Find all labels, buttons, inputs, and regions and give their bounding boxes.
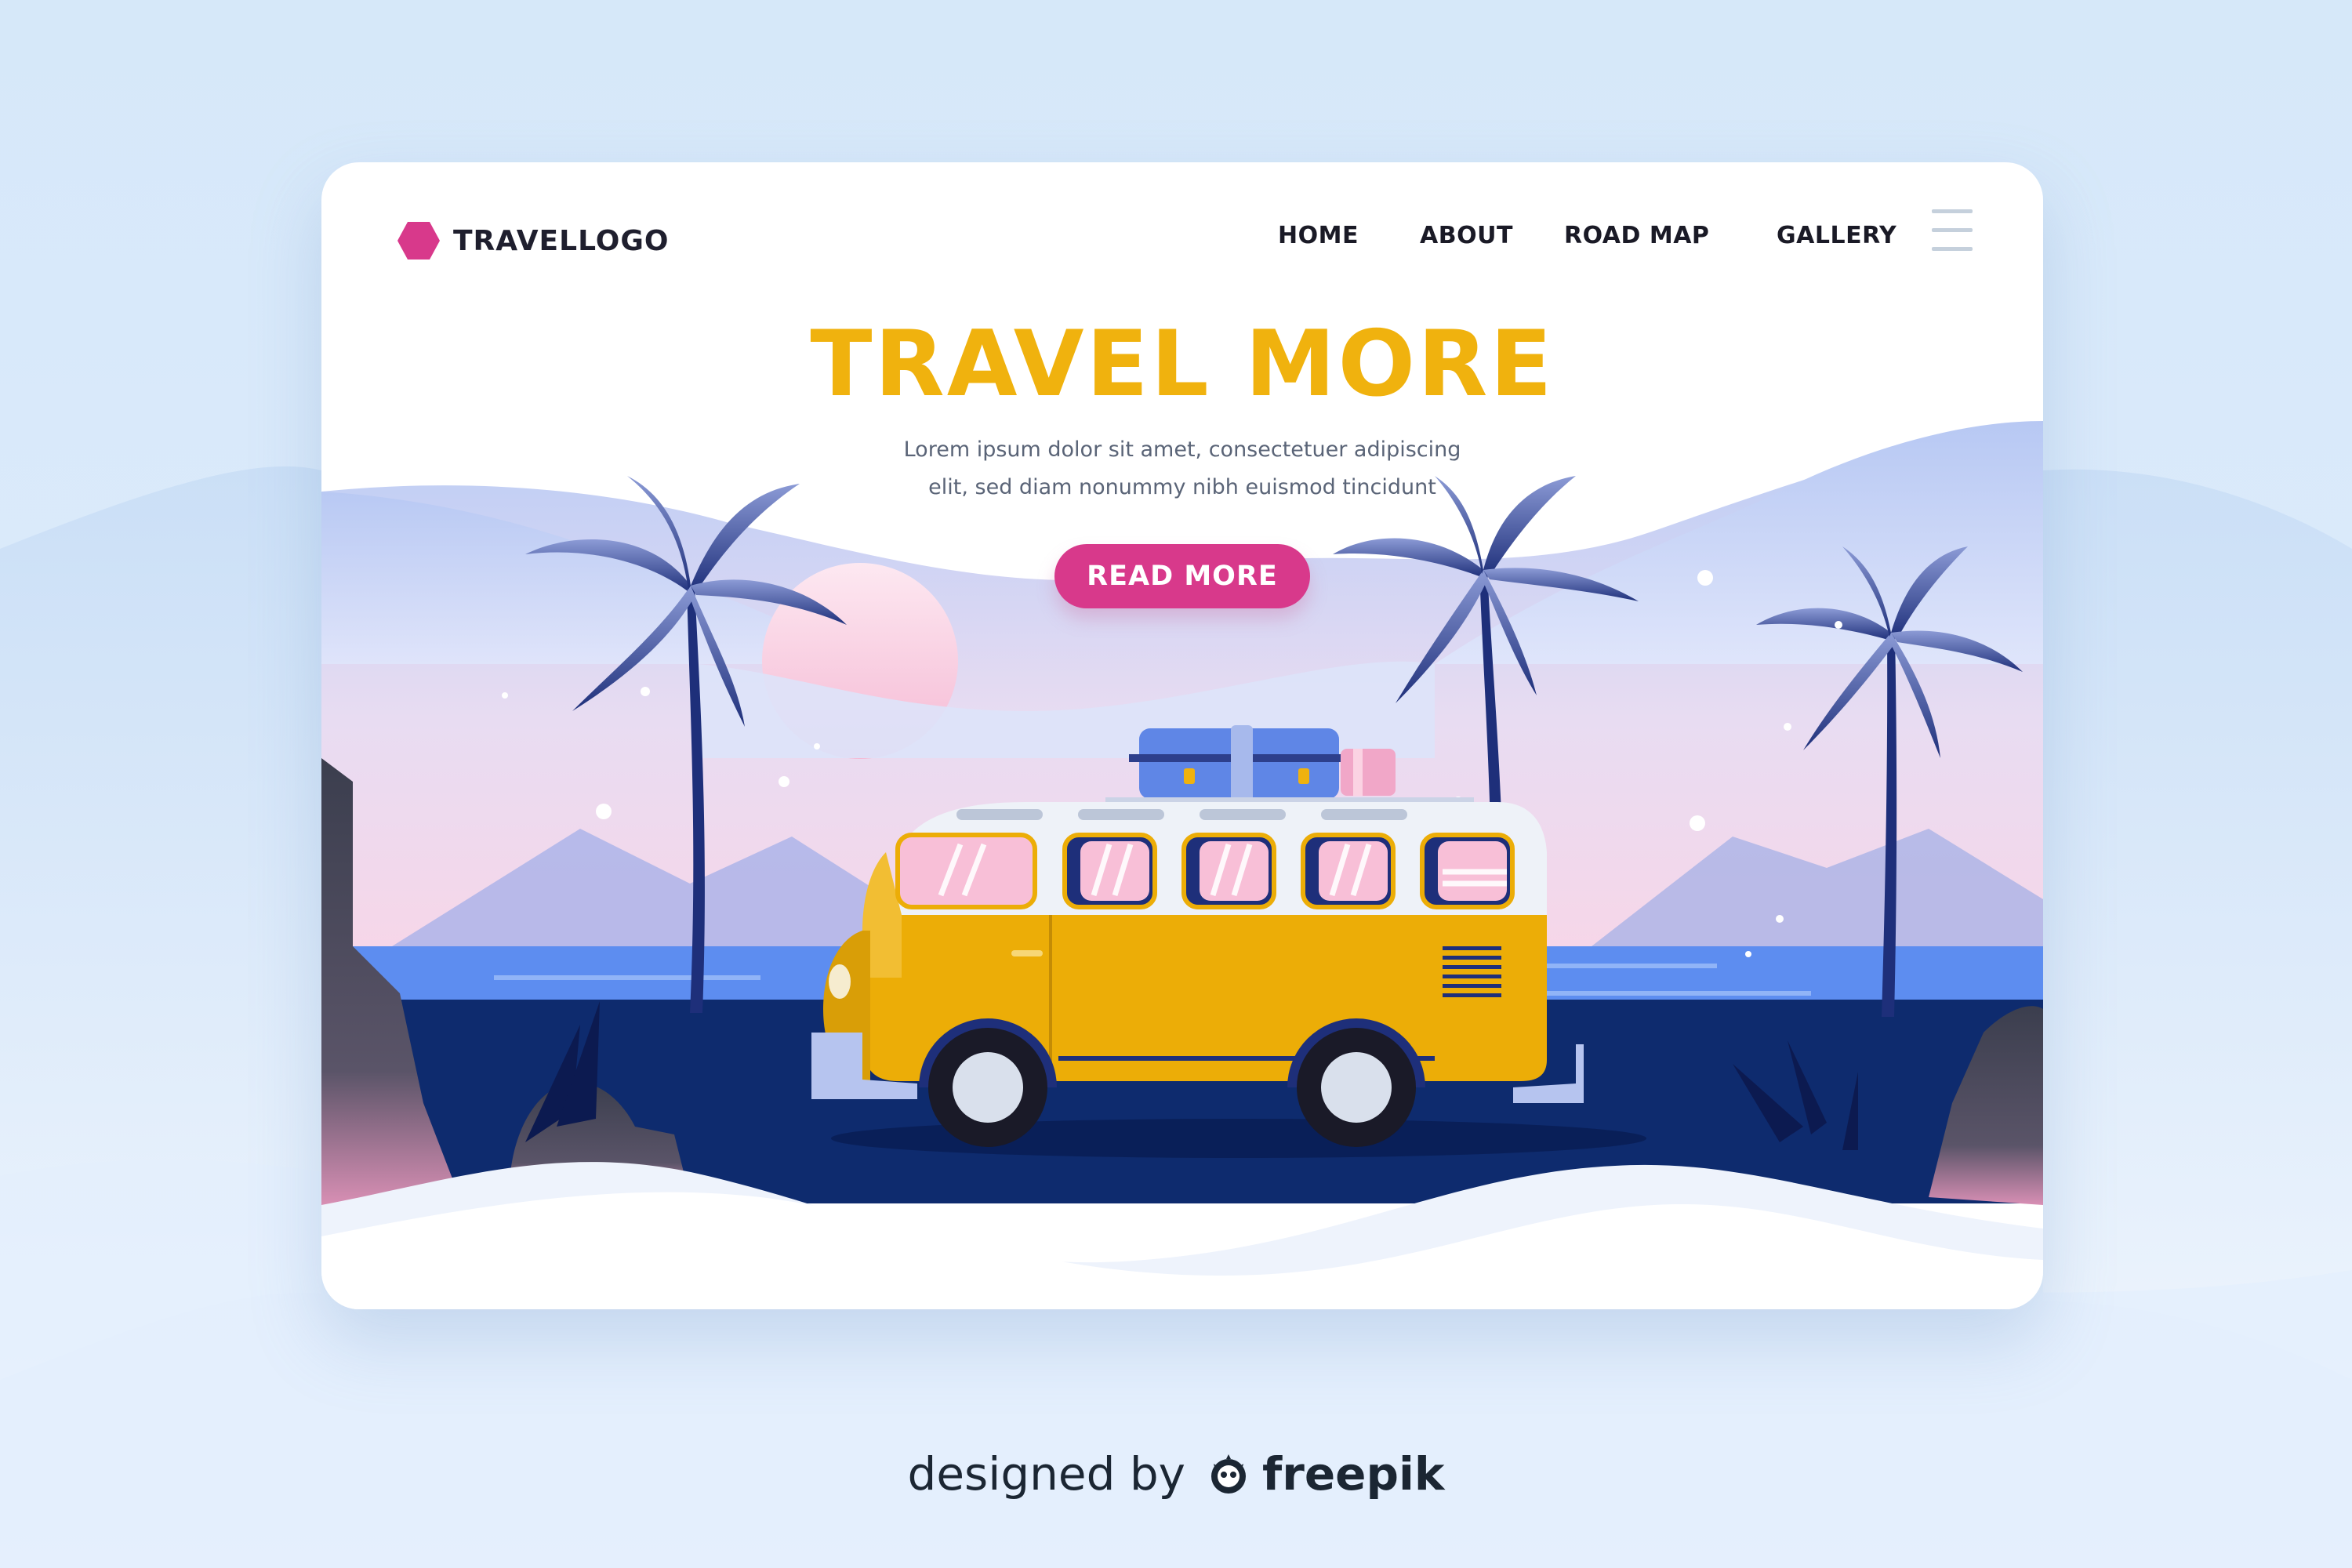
brand-logo[interactable]: TRAVELLOGO bbox=[397, 217, 670, 264]
freepik-mascot-icon bbox=[1211, 1454, 1246, 1494]
hero-description-line-1: Lorem ipsum dolor sit amet, consectetuer… bbox=[903, 437, 1461, 462]
nav-home[interactable]: HOME bbox=[1278, 222, 1359, 249]
designer-credit: designed by freepik bbox=[0, 1447, 2352, 1501]
hexagon-icon bbox=[397, 222, 440, 260]
hero-title: TRAVEL MORE bbox=[810, 311, 1555, 417]
nav-road-map[interactable]: ROAD MAP bbox=[1564, 222, 1709, 249]
nav-about[interactable]: ABOUT bbox=[1420, 222, 1513, 249]
top-navbar: TRAVELLOGO HOME ABOUT ROAD MAP GALLERY bbox=[321, 162, 2043, 303]
hero-description-line-2: elit, sed diam nonummy nibh euismod tinc… bbox=[928, 475, 1436, 499]
credit-prefix: designed by bbox=[907, 1447, 1186, 1501]
logo-text: TRAVELLOGO bbox=[453, 224, 670, 257]
hamburger-menu-icon[interactable] bbox=[1932, 209, 1973, 252]
credit-brand: freepik bbox=[1262, 1447, 1445, 1501]
read-more-button[interactable]: READ MORE bbox=[1054, 544, 1310, 608]
landing-card: TRAVELLOGO HOME ABOUT ROAD MAP GALLERY T… bbox=[321, 162, 2043, 1309]
nav-gallery[interactable]: GALLERY bbox=[1777, 222, 1896, 249]
hero-description: Lorem ipsum dolor sit amet, consectetuer… bbox=[869, 431, 1496, 506]
